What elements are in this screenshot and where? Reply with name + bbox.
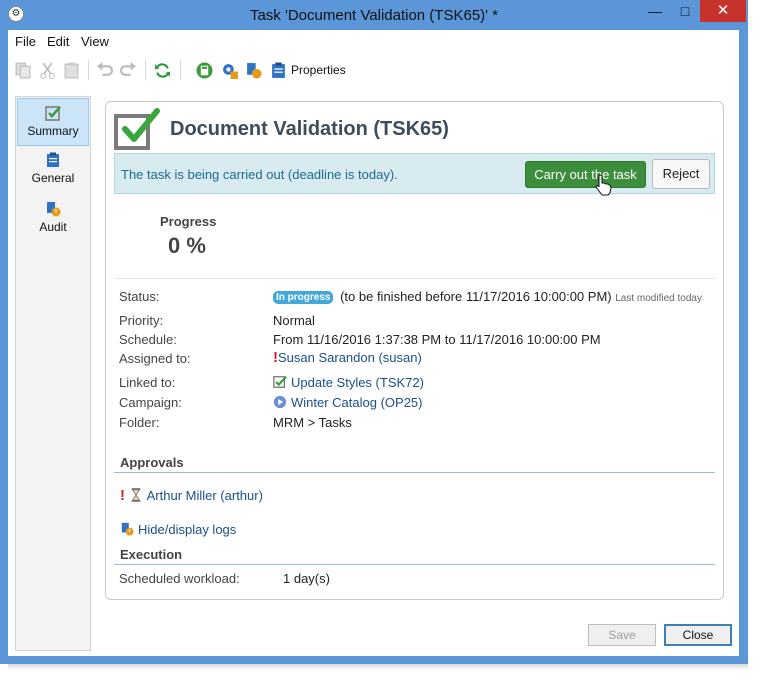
campaign-label: Campaign: <box>119 395 182 410</box>
app-window: ⚙ Task 'Document Validation (TSK65)' * —… <box>0 0 748 664</box>
sidebar-item-audit[interactable]: Audit <box>17 195 89 243</box>
banner-text: The task is being carried out (deadline … <box>121 167 398 182</box>
toggle-logs-link[interactable]: Hide/display logs <box>138 522 236 537</box>
sidebar-item-label: Summary <box>27 124 79 138</box>
schedule-label: Schedule: <box>119 332 177 347</box>
minimize-button[interactable]: — <box>640 0 670 22</box>
clipboard-icon[interactable] <box>270 62 287 79</box>
check-icon <box>45 106 61 121</box>
hand-cursor-icon <box>595 174 612 196</box>
workload-value: 1 day(s) <box>283 571 330 586</box>
redo-icon[interactable] <box>120 62 137 79</box>
last-modified: Last modified today <box>615 293 702 304</box>
cut-icon[interactable] <box>39 62 56 79</box>
campaign-value: Winter Catalog (OP25) <box>273 395 423 410</box>
assigned-value: !Susan Sarandon (susan) <box>273 349 422 366</box>
workload-label: Scheduled workload: <box>119 571 240 586</box>
toolbar: Properties <box>8 54 739 86</box>
paste-icon[interactable] <box>63 62 80 79</box>
priority-exclamation-icon: ! <box>120 487 125 504</box>
sidebar-item-label: Audit <box>39 220 67 234</box>
status-value: In progress (to be finished before 11/17… <box>273 289 702 304</box>
window-title: Task 'Document Validation (TSK65)' * <box>249 7 499 24</box>
logs-row: Hide/display logs <box>120 522 236 537</box>
sidebar-item-summary[interactable]: Summary <box>17 98 89 146</box>
menu-edit[interactable]: Edit <box>47 34 69 49</box>
status-label: Status: <box>119 289 160 304</box>
toolbar-separator <box>145 60 146 80</box>
sidebar: Summary General Audit <box>15 96 91 651</box>
maximize-button[interactable]: □ <box>670 0 700 22</box>
reject-button[interactable]: Reject <box>652 159 710 189</box>
summary-panel: Document Validation (TSK65) The task is … <box>105 101 724 600</box>
page-title: Document Validation (TSK65) <box>170 118 449 140</box>
toolbar-separator <box>180 60 181 80</box>
save-button[interactable]: Save <box>588 624 656 646</box>
linked-value: Update Styles (TSK72) <box>273 375 424 390</box>
progress-label: Progress <box>160 214 217 229</box>
schedule-value: From 11/16/2016 1:37:38 PM to 11/17/2016… <box>273 332 601 347</box>
linked-task-link[interactable]: Update Styles (TSK72) <box>291 375 424 390</box>
close-button[interactable]: Close <box>664 624 732 646</box>
carry-out-task-button[interactable]: Carry out the task <box>525 161 646 188</box>
priority-value: Normal <box>273 313 315 328</box>
title-bar[interactable]: ⚙ Task 'Document Validation (TSK65)' * —… <box>0 0 748 30</box>
properties-button[interactable]: Properties <box>291 63 346 77</box>
task-check-icon <box>114 108 160 150</box>
play-circle-icon <box>273 395 287 409</box>
menu-file[interactable]: File <box>15 34 36 49</box>
folder-value: MRM > Tasks <box>273 415 352 430</box>
close-window-button[interactable]: ✕ <box>700 0 746 22</box>
status-banner: The task is being carried out (deadline … <box>114 153 715 196</box>
approver-link[interactable]: Arthur Miller (arthur) <box>147 488 263 503</box>
refresh-icon[interactable] <box>154 62 171 79</box>
progress-value: 0 % <box>168 233 206 258</box>
status-text: (to be finished before 11/17/2016 10:00:… <box>340 289 612 304</box>
audit-log-icon <box>121 522 134 536</box>
approver-row: ! Arthur Miller (arthur) <box>120 487 263 504</box>
audit-icon <box>47 202 61 217</box>
undo-icon[interactable] <box>96 62 113 79</box>
copy-icon[interactable] <box>15 62 32 79</box>
sidebar-item-label: General <box>31 171 75 185</box>
campaign-link[interactable]: Winter Catalog (OP25) <box>291 395 423 410</box>
priority-label: Priority: <box>119 313 164 328</box>
client-area: File Edit View Properties Summary Genera… <box>8 30 739 656</box>
toolbar-separator <box>88 60 89 80</box>
linked-label: Linked to: <box>119 375 176 390</box>
approvals-divider <box>114 472 715 473</box>
approvals-heading: Approvals <box>120 455 184 470</box>
menu-view[interactable]: View <box>81 34 109 49</box>
menu-bar: File Edit View <box>8 30 739 52</box>
sidebar-item-general[interactable]: General <box>17 146 89 194</box>
execution-divider <box>114 564 715 565</box>
settings-gear-icon[interactable] <box>221 62 238 79</box>
hourglass-icon <box>131 488 140 502</box>
status-badge: In progress <box>273 291 334 304</box>
divider <box>114 278 715 279</box>
check-icon <box>273 375 287 388</box>
assigned-label: Assigned to: <box>119 351 191 366</box>
execution-heading: Execution <box>120 547 183 562</box>
folder-label: Folder: <box>119 415 160 430</box>
assignee-link[interactable]: Susan Sarandon (susan) <box>278 350 422 365</box>
window-shadow <box>8 664 748 670</box>
calculator-icon[interactable] <box>196 62 213 79</box>
audit-log-icon[interactable] <box>245 62 262 79</box>
clipboard-icon <box>47 152 59 167</box>
